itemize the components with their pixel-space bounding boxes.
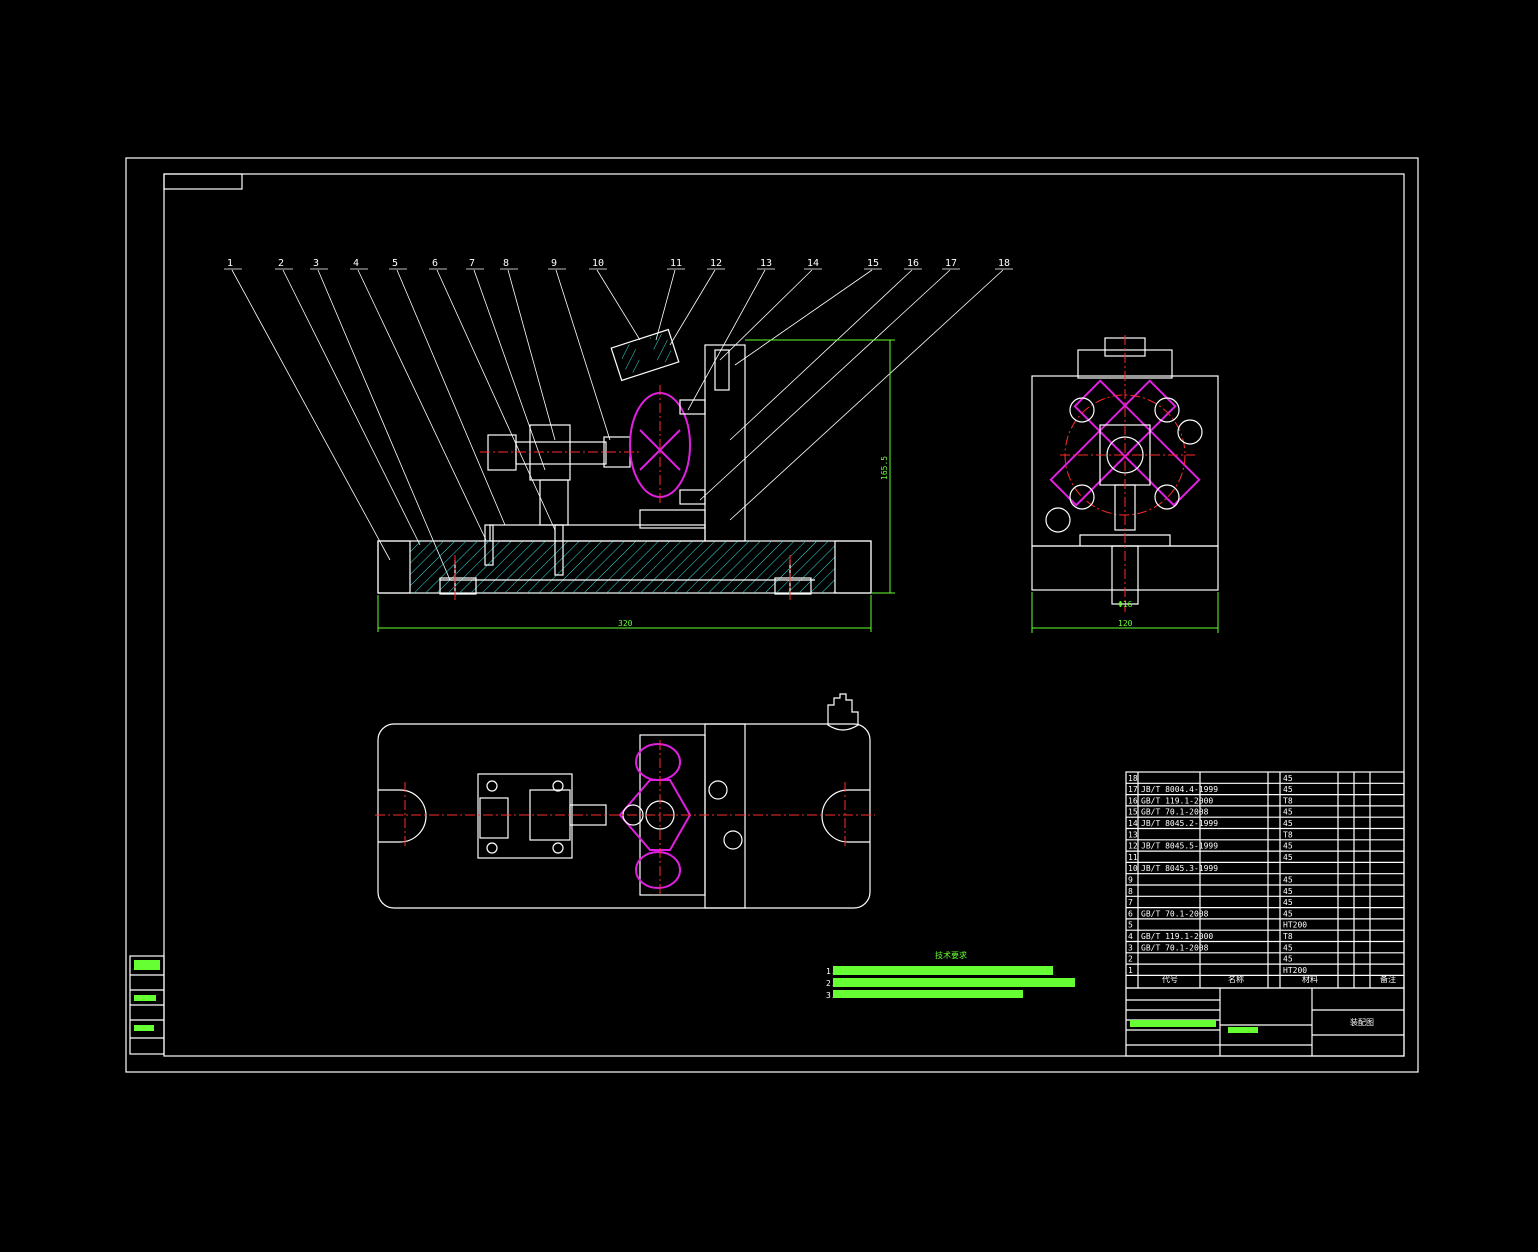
bom-row-material: 45 — [1283, 887, 1293, 896]
part-number-11: 11 — [670, 258, 682, 269]
dim-side-hole: Φ16 — [1118, 600, 1133, 609]
bom-row-no: 14 — [1128, 819, 1138, 828]
bom-row-material: HT200 — [1283, 921, 1307, 930]
part-number-16: 16 — [907, 258, 919, 269]
part-number-12: 12 — [710, 258, 722, 269]
bom-row-material: 45 — [1283, 774, 1293, 783]
bom-rows: 18 4517 JB/T 8004.4-1999 4516 GB/T 119.1-200… — [1126, 774, 1404, 977]
technical-requirements: 技术要求 1. 2. 3. — [826, 950, 1075, 1000]
bom-row-no: 1 — [1128, 966, 1133, 975]
part-number-15: 15 — [867, 258, 879, 269]
part-number-7: 7 — [469, 258, 475, 269]
bom-row-no: 8 — [1128, 887, 1133, 896]
bom-row-code: GB/T 119.1-2000 — [1141, 932, 1213, 941]
side-view: 120 Φ16 — [1031, 335, 1219, 633]
bom-row-material: HT200 — [1283, 966, 1307, 975]
part-number-4: 4 — [353, 258, 359, 269]
bom-row-no: 7 — [1128, 898, 1133, 907]
bom-row-material: T8 — [1283, 830, 1293, 839]
bom-header-code: 代号 — [1162, 974, 1178, 984]
part-number-17: 17 — [945, 258, 957, 269]
part-number-5: 5 — [392, 258, 398, 269]
bom-row-no: 4 — [1128, 932, 1133, 941]
part-number-8: 8 — [503, 258, 509, 269]
bom-row-material: 45 — [1283, 853, 1293, 862]
bom-row-no: 12 — [1128, 842, 1138, 851]
bom-header-remark: 备注 — [1380, 974, 1396, 984]
bom-row-material: T8 — [1283, 796, 1293, 805]
part-number-10: 10 — [592, 258, 604, 269]
bom-table: 18 4517 JB/T 8004.4-1999 4516 GB/T 119.1-200… — [1125, 771, 1405, 989]
bom-row-material: 45 — [1283, 785, 1293, 794]
bom-row-material: 45 — [1283, 909, 1293, 918]
bom-row-no: 18 — [1128, 774, 1138, 783]
part-number-9: 9 — [551, 258, 557, 269]
base-hatch — [410, 541, 835, 593]
bom-row-material: 45 — [1283, 808, 1293, 817]
part-number-2: 2 — [278, 258, 284, 269]
bom-row-no: 2 — [1128, 955, 1133, 964]
top-base-plate — [377, 723, 871, 909]
bom-row-code: GB/T 70.1-2008 — [1141, 808, 1209, 817]
workpiece-top — [618, 743, 692, 889]
bom-row-no: 17 — [1128, 785, 1138, 794]
title-block: 装配图 — [1125, 987, 1405, 1057]
part-number-1: 1 — [227, 258, 233, 269]
bom-row-no: 16 — [1128, 796, 1138, 805]
part-number-14: 14 — [807, 258, 819, 269]
dim-side-width: 120 — [1118, 619, 1133, 628]
bom-row-code: JB/T 8045.3-1999 — [1141, 864, 1218, 873]
cad-drawing-canvas[interactable]: 1 2 3 4 5 6 7 8 9 10 11 12 13 14 15 16 17 18 — [0, 0, 1538, 1252]
part-number-18: 18 — [998, 258, 1010, 269]
bom-row-no: 9 — [1128, 876, 1133, 885]
bom-row-no: 15 — [1128, 808, 1138, 817]
leader-lines — [231, 269, 1004, 581]
bom-row-material: 45 — [1283, 842, 1293, 851]
bom-header-name: 名称 — [1228, 974, 1244, 984]
bom-row-material: T8 — [1283, 932, 1293, 941]
bom-row-material: 45 — [1283, 819, 1293, 828]
front-view: 1 2 3 4 5 6 7 8 9 10 11 12 13 14 15 16 17 18 — [224, 258, 1013, 632]
tech-title: 技术要求 — [935, 950, 967, 960]
top-view — [375, 693, 875, 909]
bom-row-no: 3 — [1128, 943, 1133, 952]
part-number-3: 3 — [313, 258, 319, 269]
bom-row-code: JB/T 8045.2-1999 — [1141, 819, 1218, 828]
corner-label-box — [163, 173, 243, 190]
bom-row-no: 5 — [1128, 921, 1133, 930]
bom-row-no: 10 — [1128, 864, 1138, 873]
bom-row-code: JB/T 8045.5-1999 — [1141, 842, 1218, 851]
left-stamp-block — [129, 955, 165, 1055]
bom-row-material: 45 — [1283, 955, 1293, 964]
bom-header-material: 材料 — [1302, 974, 1318, 984]
dim-front-height: 165.5 — [880, 456, 889, 480]
bom-row-code: GB/T 119.1-2000 — [1141, 796, 1213, 805]
dim-front-width: 320 — [618, 619, 633, 628]
bom-row-no: 13 — [1128, 830, 1138, 839]
bom-row-code: GB/T 70.1-2008 — [1141, 909, 1209, 918]
part-number-6: 6 — [432, 258, 438, 269]
bom-row-no: 6 — [1128, 909, 1133, 918]
bom-row-code: JB/T 8004.4-1999 — [1141, 785, 1218, 794]
drawing-name: 装配图 — [1350, 1017, 1374, 1027]
part-number-13: 13 — [760, 258, 772, 269]
bom-row-code: GB/T 70.1-2008 — [1141, 943, 1209, 952]
bom-row-material: 45 — [1283, 943, 1293, 952]
bom-row-no: 11 — [1128, 853, 1138, 862]
part-number-labels: 1 2 3 4 5 6 7 8 9 10 11 12 13 14 15 16 17 18 — [224, 258, 1013, 270]
bom-row-material: 45 — [1283, 898, 1293, 907]
outer-border — [125, 157, 1419, 1073]
bom-row-material: 45 — [1283, 876, 1293, 885]
